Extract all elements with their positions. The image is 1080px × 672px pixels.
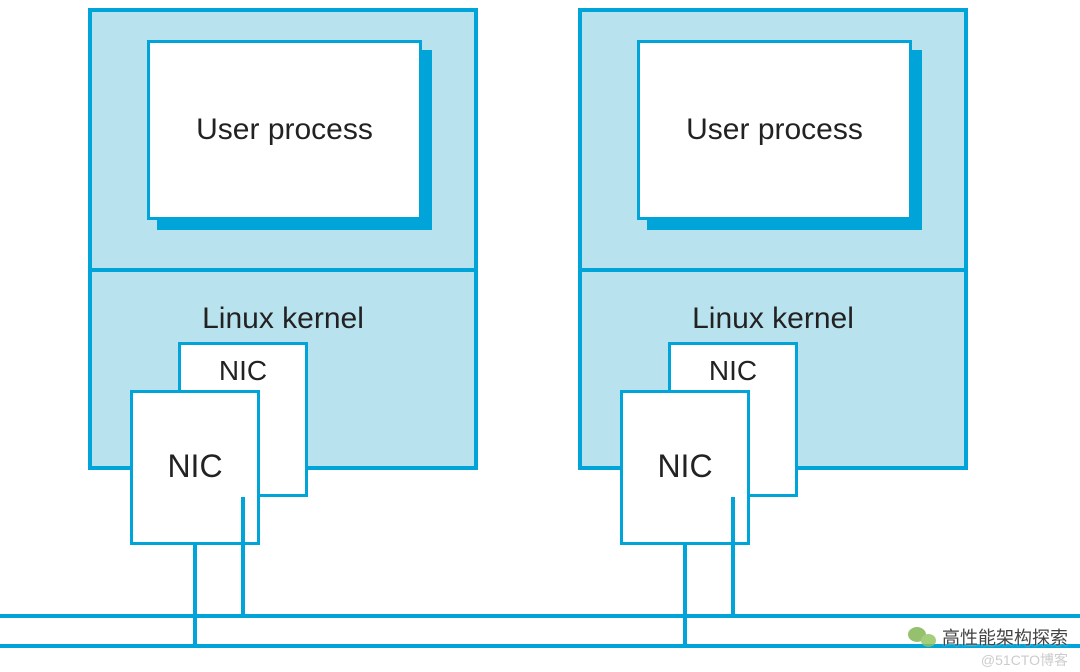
user-process-box: User process [147,40,422,220]
nic-stack-left: NIC NIC [130,342,330,537]
user-process-panel: User process [637,40,912,220]
nic-label: NIC [709,355,757,387]
nic-wire [731,497,735,618]
nic-label: NIC [657,403,712,485]
nic-label: NIC [219,355,267,387]
nic-wire [683,545,687,648]
watermark-text: 高性能架构探索 [942,624,1068,650]
diagram-stage: User process Linux kernel User process L… [0,0,1080,672]
user-process-panel: User process [147,40,422,220]
nic-stack-right: NIC NIC [620,342,820,537]
nic-label: NIC [167,403,222,485]
network-bus-line [0,614,1080,618]
kernel-label: Linux kernel [582,302,964,336]
watermark-sub: @51CTO博客 [981,650,1068,670]
user-process-box: User process [637,40,912,220]
watermark: 高性能架构探索 [908,624,1068,650]
host-divider [582,268,964,272]
wechat-icon [908,625,936,649]
user-process-label: User process [686,113,863,147]
host-divider [92,268,474,272]
nic-wire [193,545,197,648]
user-process-label: User process [196,113,373,147]
kernel-label: Linux kernel [92,302,474,336]
nic-wire [241,497,245,618]
